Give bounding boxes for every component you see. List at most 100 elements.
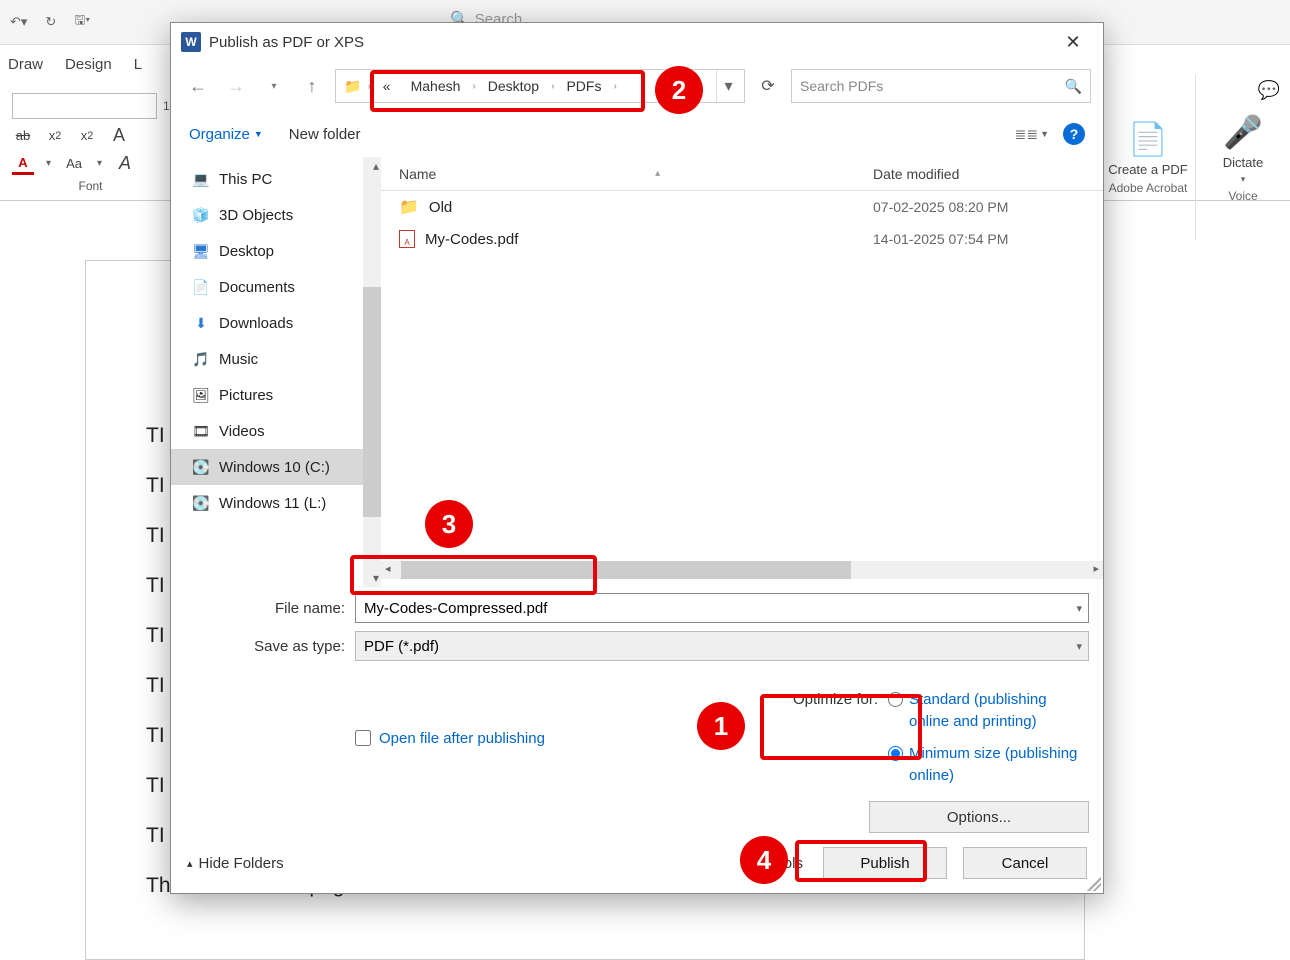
file-date: 14-01-2025 07:54 PM	[873, 231, 1103, 247]
organize-menu[interactable]: Organize ▼	[189, 126, 263, 143]
radio[interactable]	[888, 692, 903, 707]
open-after-checkbox[interactable]: Open file after publishing	[185, 689, 545, 787]
pdf-icon[interactable]: 📄	[1128, 120, 1168, 158]
sidebar-item[interactable]: ⬇ Downloads	[171, 305, 381, 341]
breadcrumb-seg[interactable]: Mahesh	[401, 70, 471, 102]
font-size-cut[interactable]: 1	[163, 99, 170, 113]
savetype-combo[interactable]: PDF (*.pdf)▾	[355, 631, 1089, 661]
hide-folders-toggle[interactable]: ▴ Hide Folders	[187, 855, 284, 872]
file-date: 07-02-2025 08:20 PM	[873, 199, 1103, 215]
subscript-icon[interactable]: x2	[44, 125, 66, 147]
checkbox[interactable]	[355, 730, 371, 746]
sidebar-item-label: Downloads	[219, 315, 293, 332]
forward-button[interactable]: →	[221, 71, 251, 101]
dialog-toolbar: Organize ▼ New folder ≣≣ ▼ ?	[171, 111, 1103, 157]
ribbon-group-label: Adobe Acrobat	[1109, 181, 1188, 195]
font-name-selector[interactable]	[12, 93, 157, 119]
pdf-file-icon: A	[399, 230, 415, 248]
ribbon-right: 📄 Create a PDF Adobe Acrobat 🎤 Dictate ▾…	[1100, 75, 1290, 240]
up-button[interactable]: ↑	[297, 71, 327, 101]
sidebar-item-icon: 🖼	[191, 386, 211, 404]
column-name[interactable]: Name	[399, 166, 436, 182]
ribbon-group-label: Font	[78, 179, 102, 193]
options-button[interactable]: Options...	[869, 801, 1089, 833]
file-list-area: Name▴ Date modified 📁Old07-02-2025 08:20…	[381, 157, 1103, 587]
undo-icon[interactable]: ↶▾	[10, 14, 27, 30]
tools-menu[interactable]: Tools	[768, 855, 803, 872]
save-icon[interactable]: 🖫▾	[74, 11, 90, 33]
sidebar-item[interactable]: 🎵Music	[171, 341, 381, 377]
radio-standard[interactable]: Standard (publishing online and printing…	[888, 689, 1089, 733]
strikethrough-icon[interactable]: ab	[12, 125, 34, 147]
refresh-button[interactable]: ⟳	[753, 71, 783, 101]
address-bar[interactable]: 📁 › « Mahesh › Desktop › PDFs › ▾	[335, 69, 745, 103]
breadcrumb-seg[interactable]: Desktop	[478, 70, 549, 102]
ribbon-group-font: 1 ab x2 x2 A A ▾ Aa ▾ A Font	[6, 77, 176, 197]
scrollbar-thumb[interactable]	[363, 287, 381, 517]
sidebar-item-label: Videos	[219, 423, 265, 440]
ribbon-group-label: Voice	[1228, 189, 1257, 203]
help-icon[interactable]: ?	[1063, 123, 1085, 145]
sidebar-item-icon: ⬇	[191, 314, 211, 332]
folder-tree: 💻This PC 🧊 3D Objects 🖥Desktop📄Documents ⬇ Do…	[171, 157, 381, 587]
search-folder-input[interactable]: Search PDFs 🔍	[791, 69, 1091, 103]
sidebar-item[interactable]: 🖥Desktop	[171, 233, 381, 269]
cancel-button[interactable]: Cancel	[963, 847, 1087, 879]
sidebar-item-label: 3D Objects	[219, 207, 293, 224]
sidebar-item[interactable]: 🧊 3D Objects	[171, 197, 381, 233]
sidebar-item-label: Windows 11 (L:)	[219, 495, 326, 512]
ribbon-group-voice: 🎤 Dictate ▾ Voice	[1195, 75, 1290, 240]
publish-dialog: W Publish as PDF or XPS ✕ ← → ▾ ↑ 📁 › « …	[170, 22, 1104, 894]
sidebar-item-icon: 📄	[191, 278, 211, 296]
superscript-icon[interactable]: x2	[76, 125, 98, 147]
new-folder-button[interactable]: New folder	[289, 126, 361, 143]
tab-design[interactable]: Design	[65, 56, 112, 73]
scrollbar-thumb[interactable]	[401, 561, 851, 579]
sidebar-item-icon: 🖥	[191, 242, 211, 260]
create-pdf-label[interactable]: Create a PDF	[1108, 162, 1187, 177]
sidebar-item-label: Music	[219, 351, 258, 368]
sidebar-item[interactable]: 📄Documents	[171, 269, 381, 305]
breadcrumb-overflow[interactable]: «	[373, 70, 401, 102]
sidebar-item-icon: 🎞	[191, 422, 211, 440]
redo-icon[interactable]: ↻	[45, 14, 56, 30]
sidebar-item-icon: 🧊	[191, 206, 211, 224]
file-name: Old	[429, 199, 452, 216]
radio-minimum[interactable]: Minimum size (publishing online)	[888, 743, 1089, 787]
font-color-icon[interactable]: A	[12, 153, 34, 175]
sidebar-item-icon: 💽	[191, 494, 211, 512]
publish-button[interactable]: Publish	[823, 847, 947, 879]
sidebar-item[interactable]: 💽 Windows 11 (L:)	[171, 485, 381, 521]
dictate-label[interactable]: Dictate	[1223, 155, 1263, 170]
close-button[interactable]: ✕	[1053, 27, 1093, 57]
recent-dropdown[interactable]: ▾	[259, 71, 289, 101]
dialog-title: Publish as PDF or XPS	[209, 34, 364, 51]
address-dropdown[interactable]: ▾	[716, 70, 740, 102]
sidebar-item[interactable]: 💽Windows 10 (C:)	[171, 449, 381, 485]
sidebar-item-icon: 💽	[191, 458, 211, 476]
breadcrumb-seg[interactable]: PDFs	[556, 70, 611, 102]
sidebar-item[interactable]: 💻This PC	[171, 161, 381, 197]
radio[interactable]	[888, 746, 903, 761]
sidebar-item[interactable]: 🎞 Videos	[171, 413, 381, 449]
horizontal-scrollbar[interactable]: ◂ ▸	[381, 561, 1103, 579]
search-placeholder: Search PDFs	[800, 78, 883, 94]
filename-input[interactable]: My-Codes-Compressed.pdf▾	[355, 593, 1089, 623]
tab-cut[interactable]: L	[134, 56, 142, 73]
change-case-icon[interactable]: Aa	[63, 153, 85, 175]
tab-draw[interactable]: Draw	[8, 56, 43, 73]
resize-grip[interactable]	[1087, 877, 1101, 891]
column-date[interactable]: Date modified	[873, 166, 1103, 182]
sidebar-scrollbar[interactable]: ▴ ▾	[363, 157, 381, 587]
file-row[interactable]: 📁Old07-02-2025 08:20 PM	[381, 191, 1103, 223]
font-a-icon[interactable]: A	[108, 125, 130, 147]
folder-icon: 📁	[340, 78, 365, 95]
view-options[interactable]: ≣≣ ▼	[1015, 126, 1049, 143]
file-row[interactable]: AMy-Codes.pdf14-01-2025 07:54 PM	[381, 223, 1103, 255]
font-effects-icon[interactable]: A	[114, 153, 136, 175]
sidebar-item-label: Pictures	[219, 387, 273, 404]
dialog-nav: ← → ▾ ↑ 📁 › « Mahesh › Desktop › PDFs › …	[171, 61, 1103, 111]
mic-icon[interactable]: 🎤	[1223, 113, 1263, 151]
back-button[interactable]: ←	[183, 71, 213, 101]
sidebar-item[interactable]: 🖼 Pictures	[171, 377, 381, 413]
